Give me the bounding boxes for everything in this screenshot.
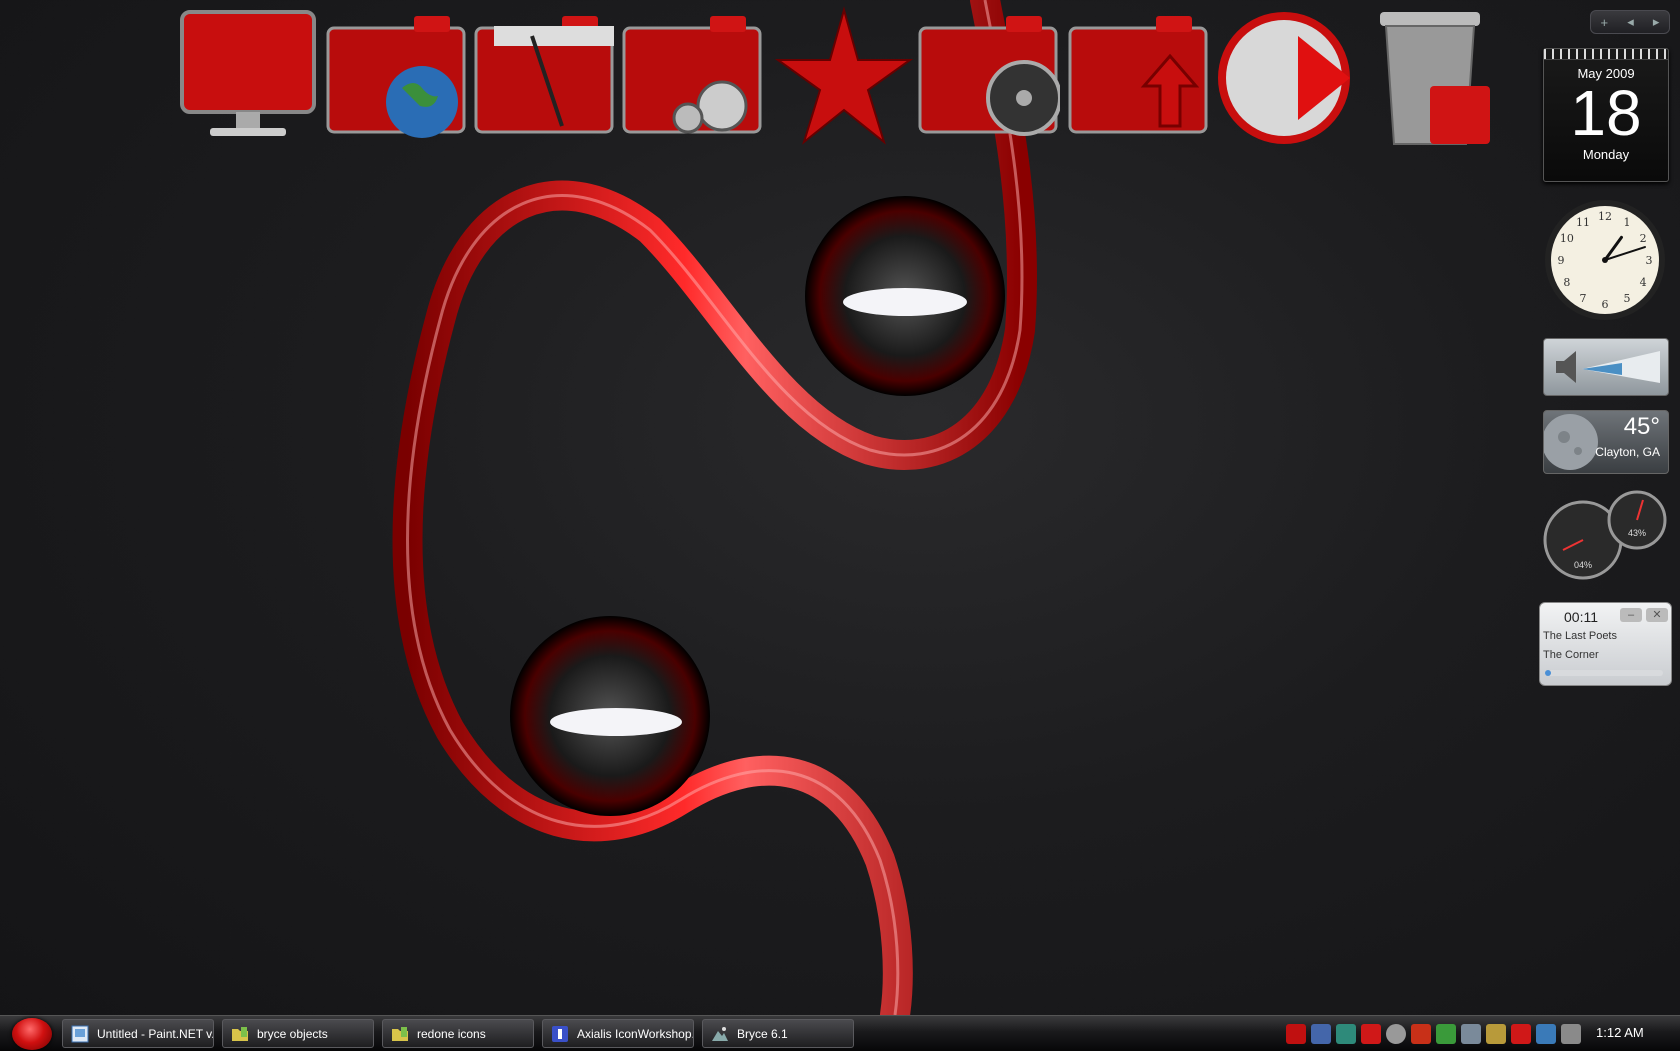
media-player-icon[interactable] <box>1214 6 1358 146</box>
tray-x-icon[interactable] <box>1286 1024 1306 1044</box>
bryce-icon <box>712 1026 728 1041</box>
clock-numeral: 3 <box>1646 254 1653 267</box>
clock-numeral: 12 <box>1598 210 1612 223</box>
media-artist: The Last Poets <box>1543 630 1617 642</box>
red-ribbon <box>392 0 1037 1015</box>
tray-mcafee-icon[interactable] <box>1511 1024 1531 1044</box>
clock-numeral: 4 <box>1640 276 1647 289</box>
tray-tools-icon[interactable] <box>1486 1024 1506 1044</box>
recycle-bin-icon[interactable] <box>1370 6 1514 146</box>
cpu-meter-gadget[interactable]: 04% 43% <box>1543 488 1667 580</box>
weather-gadget[interactable]: 45° Clayton, GA <box>1543 410 1669 474</box>
clock-numeral: 1 <box>1624 216 1631 229</box>
tray-ati-icon[interactable] <box>1361 1024 1381 1044</box>
taskbar-button-bryce[interactable]: Bryce 6.1 <box>702 1019 854 1048</box>
taskbar-clock[interactable]: 1:12 AM <box>1596 1025 1644 1040</box>
chrome-sphere-bottom <box>510 616 710 816</box>
clock-numeral: 10 <box>1560 232 1574 245</box>
calendar-day: 18 <box>1570 77 1642 149</box>
tray-network-icon[interactable] <box>1336 1024 1356 1044</box>
axialis-icon <box>552 1025 568 1042</box>
clock-numeral: 8 <box>1563 276 1570 289</box>
folder-icon <box>392 1026 408 1041</box>
media-close-button[interactable]: ✕ <box>1646 608 1668 622</box>
clock-numeral: 6 <box>1602 298 1609 311</box>
add-gadget-button[interactable]: + <box>1601 15 1609 30</box>
upload-folder-icon[interactable] <box>1066 6 1210 146</box>
paint-net-icon <box>71 1025 89 1042</box>
taskbar-button-label: Axialis IconWorkshop... <box>577 1026 693 1041</box>
taskbar-button-redone-icons[interactable]: redone icons <box>382 1019 534 1048</box>
taskbar-button-paint-net[interactable]: Untitled - Paint.NET v... <box>62 1019 214 1048</box>
previous-page-button[interactable]: ◂ <box>1627 14 1634 30</box>
tray-download-icon[interactable] <box>1436 1024 1456 1044</box>
sidebar-controls: + ◂ ▸ <box>1590 10 1670 34</box>
media-minimize-button[interactable]: – <box>1620 608 1642 622</box>
next-page-button[interactable]: ▸ <box>1653 14 1660 30</box>
taskbar-button-axialis[interactable]: Axialis IconWorkshop... <box>542 1019 694 1048</box>
moon-icon <box>1544 414 1598 470</box>
tray-arrow-icon[interactable] <box>1411 1024 1431 1044</box>
clock-numeral: 2 <box>1640 232 1647 245</box>
taskbar-button-label: bryce objects <box>257 1026 328 1041</box>
clock-numeral: 9 <box>1558 254 1565 267</box>
clock-gadget[interactable]: 1 2 3 4 5 6 7 8 9 10 11 12 <box>1543 198 1667 322</box>
ram-usage-value: 43% <box>1628 528 1646 538</box>
taskbar-button-label: redone icons <box>417 1026 486 1041</box>
calendar-rings <box>1544 49 1668 60</box>
folder-icon <box>232 1026 248 1041</box>
monitor-icon[interactable] <box>176 6 320 146</box>
system-tray <box>1286 1024 1581 1044</box>
music-folder-icon[interactable] <box>620 6 764 146</box>
star-icon[interactable] <box>772 6 916 146</box>
tray-volume-icon[interactable] <box>1561 1024 1581 1044</box>
weather-city: Clayton, GA <box>1595 445 1660 459</box>
speaker-icon <box>1556 351 1576 383</box>
taskbar: Untitled - Paint.NET v... bryce objects … <box>0 1015 1680 1051</box>
tray-shield-icon[interactable] <box>1311 1024 1331 1044</box>
clock-numeral: 5 <box>1624 292 1631 305</box>
film-reel-folder-icon[interactable] <box>916 6 1060 146</box>
calendar-gadget[interactable]: May 2009 18 Monday <box>1543 48 1669 182</box>
taskbar-button-bryce-objects[interactable]: bryce objects <box>222 1019 374 1048</box>
media-elapsed-time: 00:11 <box>1564 609 1598 625</box>
clock-numeral: 7 <box>1580 292 1587 305</box>
media-progress-fill <box>1545 670 1551 676</box>
start-button[interactable] <box>12 1018 52 1050</box>
tray-disc-icon[interactable] <box>1386 1024 1406 1044</box>
tray-usb-icon[interactable] <box>1461 1024 1481 1044</box>
desktop-wallpaper <box>392 0 1037 1015</box>
weather-temperature: 45° <box>1623 413 1660 440</box>
media-player-gadget[interactable]: 00:11 – ✕ The Last Poets The Corner <box>1539 602 1672 686</box>
clock-numeral: 11 <box>1576 216 1590 229</box>
media-track-title: The Corner <box>1543 649 1599 661</box>
taskbar-button-label: Untitled - Paint.NET v... <box>97 1026 213 1041</box>
taskbar-button-label: Bryce 6.1 <box>737 1026 788 1041</box>
volume-gadget[interactable] <box>1543 338 1669 396</box>
tray-connection-icon[interactable] <box>1536 1024 1556 1044</box>
calendar-weekday: Monday <box>1582 147 1630 162</box>
media-progress-bar[interactable] <box>1545 670 1663 676</box>
globe-folder-icon[interactable] <box>324 6 468 146</box>
chrome-sphere-top <box>805 196 1005 396</box>
cpu-usage-value: 04% <box>1574 560 1592 570</box>
documents-folder-icon[interactable] <box>472 6 616 146</box>
